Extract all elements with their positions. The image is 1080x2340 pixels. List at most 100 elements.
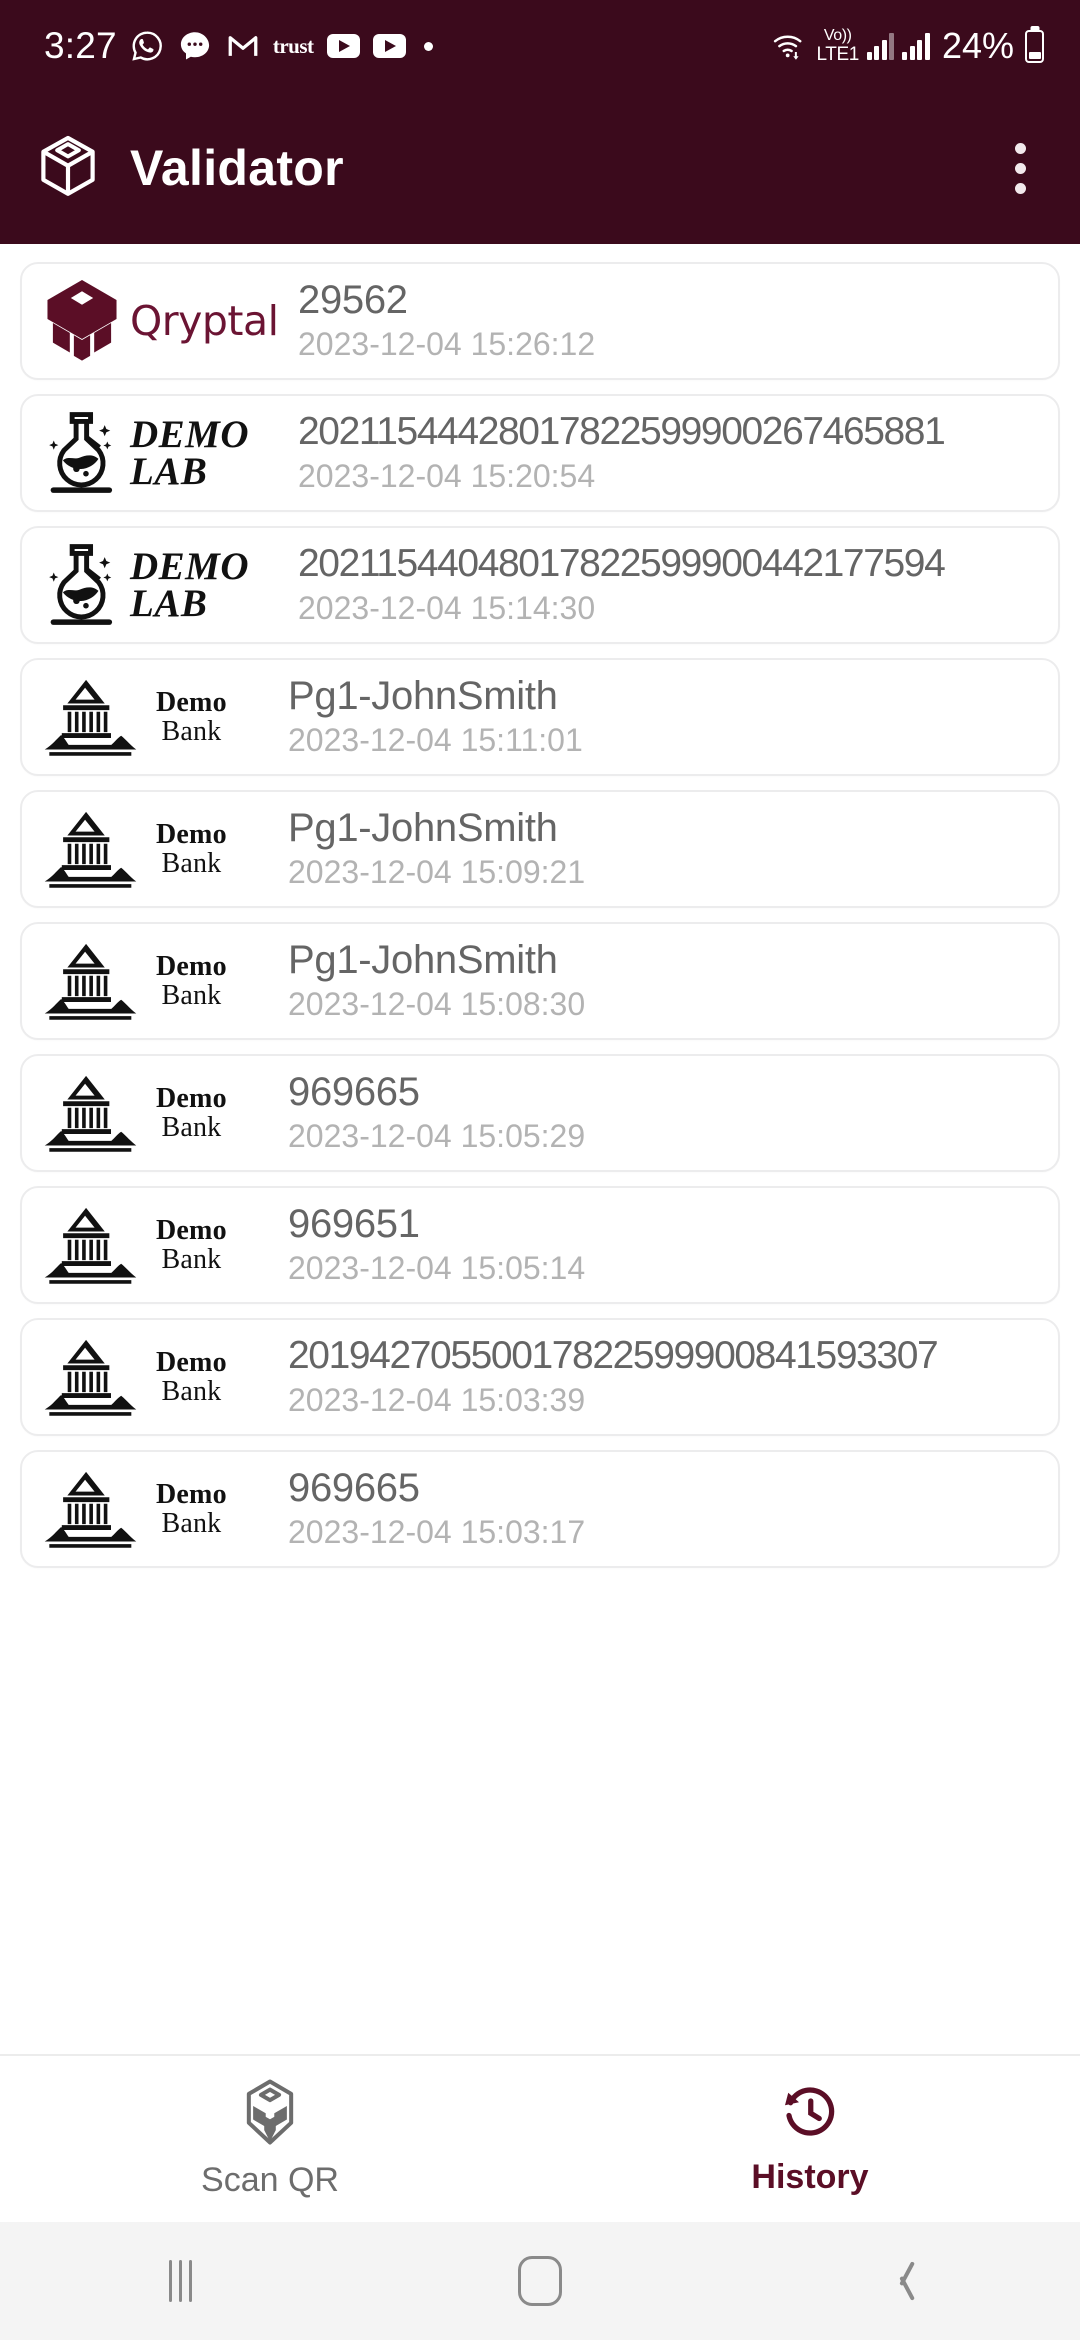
list-item-timestamp: 2023-12-04 15:05:29 — [288, 1118, 586, 1155]
list-item[interactable]: Demo Bank 201942705500178225999008415933… — [20, 1318, 1060, 1436]
overflow-menu-icon[interactable] — [995, 125, 1046, 212]
youtube-music-icon — [372, 34, 406, 58]
qryptal-cube-logo — [47, 280, 117, 361]
status-bar-left: 3:27 trust — [44, 25, 433, 67]
demo-bank-building-logo — [44, 1075, 137, 1152]
list-item[interactable]: Demo Bank 969651 2023-12-04 15:05:14 — [20, 1186, 1060, 1304]
list-item-text: 29562 2023-12-04 15:26:12 — [298, 278, 1048, 365]
status-bar-right: Vo)) LTE1 24% — [771, 25, 1044, 67]
youtube-icon — [326, 34, 360, 58]
demo-bank-wordmark: Demo Bank — [156, 1082, 227, 1143]
list-item[interactable]: Demo Bank Pg1-JohnSmith 2023-12-04 15:09… — [20, 790, 1060, 908]
nav-tab-scan-qr[interactable]: Scan QR — [0, 2078, 540, 2200]
page-title: Validator — [130, 140, 344, 196]
nav-tab-history[interactable]: History — [540, 2081, 1080, 2197]
list-item-code: Pg1-JohnSmith — [288, 673, 558, 718]
cube-outline-icon — [38, 134, 98, 203]
demo-bank-building-logo — [44, 811, 137, 888]
nav-label-history: History — [751, 2158, 869, 2196]
list-item[interactable]: Demo Bank 969665 2023-12-04 15:03:17 — [20, 1450, 1060, 1568]
list-item[interactable]: Demo Bank Pg1-JohnSmith 2023-12-04 15:08… — [20, 922, 1060, 1040]
list-item-timestamp: 2023-12-04 15:09:21 — [288, 854, 586, 891]
list-item-code: 969665 — [288, 1069, 420, 1114]
list-item-timestamp: 2023-12-04 15:03:39 — [288, 1381, 586, 1418]
whatsapp-icon — [130, 29, 164, 63]
recents-icon[interactable] — [0, 2260, 360, 2302]
issuer-logo: Demo Bank — [40, 669, 288, 765]
history-list[interactable]: Qryptal 29562 2023-12-04 15:26:12 DEMO L… — [0, 244, 1080, 2054]
list-item[interactable]: Demo Bank Pg1-JohnSmith 2023-12-04 15:11… — [20, 658, 1060, 776]
list-item-timestamp: 2023-12-04 15:20:54 — [298, 457, 596, 494]
list-item-code: Pg1-JohnSmith — [288, 805, 558, 850]
issuer-logo: DEMO LAB — [40, 405, 298, 501]
list-item-timestamp: 2023-12-04 15:11:01 — [288, 722, 583, 759]
list-item-text: 20211544428017822599900267465881 2023-12… — [298, 410, 1048, 496]
list-item-text: 969665 2023-12-04 15:05:29 — [288, 1070, 1048, 1157]
app-bar: Validator — [0, 92, 1080, 244]
issuer-logo: Demo Bank — [40, 933, 288, 1029]
list-item-code: 29562 — [298, 277, 408, 322]
status-bar: 3:27 trust Vo)) LTE1 24% — [0, 0, 1080, 92]
demo-bank-wordmark: Demo Bank — [156, 818, 227, 879]
status-bar-clock: 3:27 — [44, 25, 117, 66]
demo-lab-wordmark: DEMO LAB — [130, 412, 250, 493]
demo-bank-building-logo — [44, 1471, 137, 1548]
messages-icon — [177, 28, 213, 64]
issuer-logo: Demo Bank — [40, 801, 288, 897]
list-item[interactable]: Demo Bank 969665 2023-12-04 15:05:29 — [20, 1054, 1060, 1172]
cube-scan-icon — [239, 2078, 301, 2151]
wifi-icon — [771, 30, 807, 62]
list-item-code: 20211544048017822599900442177594 — [298, 542, 946, 586]
trust-wallet-icon: trust — [272, 33, 314, 58]
issuer-logo: Demo Bank — [40, 1461, 288, 1557]
home-icon[interactable] — [360, 2256, 720, 2306]
list-item-timestamp: 2023-12-04 15:26:12 — [298, 326, 596, 363]
list-item-text: 20194270550017822599900841593307 2023-12… — [288, 1334, 1048, 1420]
issuer-logo: Demo Bank — [40, 1329, 288, 1425]
demo-bank-building-logo — [44, 1339, 137, 1416]
demo-bank-wordmark: Demo Bank — [156, 1478, 227, 1539]
list-item-code: 969651 — [288, 1201, 420, 1246]
list-item-timestamp: 2023-12-04 15:14:30 — [298, 589, 596, 626]
list-item-text: Pg1-JohnSmith 2023-12-04 15:11:01 — [288, 674, 1048, 761]
system-navigation-bar — [0, 2222, 1080, 2340]
signal-bars-icon — [866, 32, 895, 60]
qryptal-wordmark: Qryptal — [130, 297, 279, 345]
demo-lab-flask-logo — [49, 412, 113, 493]
list-item-text: 20211544048017822599900442177594 2023-12… — [298, 542, 1048, 628]
demo-lab-flask-logo — [49, 544, 113, 625]
phone-screen: 3:27 trust Vo)) LTE1 24% Validator Qrypt… — [0, 0, 1080, 2340]
list-item[interactable]: Qryptal 29562 2023-12-04 15:26:12 — [20, 262, 1060, 380]
demo-bank-wordmark: Demo Bank — [156, 686, 227, 747]
demo-bank-wordmark: Demo Bank — [156, 1214, 227, 1275]
bottom-navigation: Scan QR History — [0, 2054, 1080, 2222]
volte-icon: Vo)) LTE1 — [816, 27, 860, 65]
back-icon[interactable] — [720, 2259, 1080, 2303]
gmail-icon — [226, 29, 260, 63]
signal-bars-2-icon — [902, 32, 930, 60]
demo-bank-building-logo — [44, 943, 137, 1020]
issuer-logo: Demo Bank — [40, 1065, 288, 1161]
demo-bank-wordmark: Demo Bank — [156, 950, 227, 1011]
list-item[interactable]: DEMO LAB 2021154442801782259990026746588… — [20, 394, 1060, 512]
issuer-logo: Qryptal — [40, 273, 298, 369]
history-clock-icon — [780, 2081, 840, 2148]
demo-lab-wordmark: DEMO LAB — [130, 544, 250, 625]
issuer-logo: DEMO LAB — [40, 537, 298, 633]
list-item-text: 969651 2023-12-04 15:05:14 — [288, 1202, 1048, 1289]
list-item[interactable]: DEMO LAB 2021154404801782259990044217759… — [20, 526, 1060, 644]
list-item-text: Pg1-JohnSmith 2023-12-04 15:08:30 — [288, 938, 1048, 1025]
issuer-logo: Demo Bank — [40, 1197, 288, 1293]
demo-bank-wordmark: Demo Bank — [156, 1346, 227, 1407]
battery-percent-label: 24% — [941, 25, 1014, 66]
list-item-code: 969665 — [288, 1465, 420, 1510]
list-item-timestamp: 2023-12-04 15:03:17 — [288, 1514, 586, 1551]
demo-bank-building-logo — [44, 1207, 137, 1284]
list-item-text: 969665 2023-12-04 15:03:17 — [288, 1466, 1048, 1553]
list-item-timestamp: 2023-12-04 15:05:14 — [288, 1250, 586, 1287]
list-item-code: Pg1-JohnSmith — [288, 937, 558, 982]
list-item-code: 20194270550017822599900841593307 — [288, 1334, 939, 1378]
notification-dot-icon — [423, 41, 433, 51]
nav-label-scan-qr: Scan QR — [201, 2161, 339, 2199]
battery-icon — [1025, 29, 1044, 63]
